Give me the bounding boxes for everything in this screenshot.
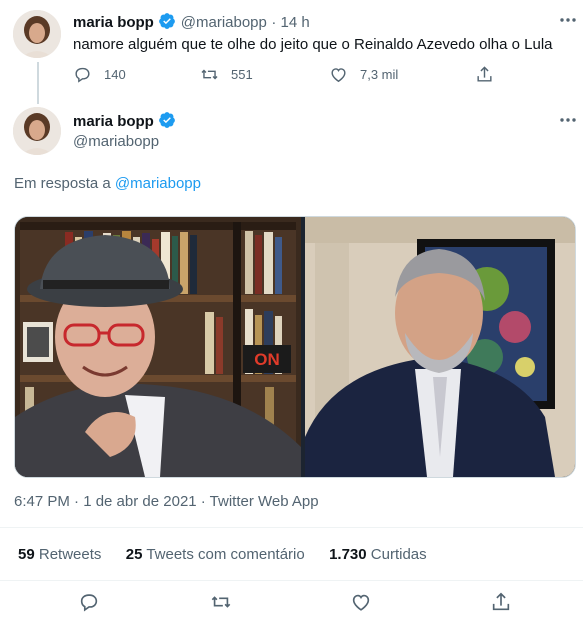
reply-context: Em resposta a @mariabopp — [14, 175, 201, 192]
quote-tweets-label: Tweets com comentário — [146, 546, 305, 563]
more-icon[interactable] — [558, 10, 578, 30]
handle[interactable]: @mariabopp — [181, 14, 267, 31]
retweet-button[interactable]: 551 — [200, 65, 253, 84]
on-air-sign: ON — [254, 350, 280, 369]
relative-time[interactable]: · 14 h — [271, 14, 309, 31]
retweet-button[interactable] — [210, 591, 232, 618]
share-icon — [492, 592, 510, 611]
quote-tweets-stat[interactable]: 25 Tweets com comentário — [126, 546, 309, 563]
share-icon — [477, 66, 492, 82]
tweet-media[interactable]: ON — [14, 216, 576, 478]
parent-tweet-text: namore alguém que te olhe do jeito que o… — [73, 36, 553, 53]
like-button[interactable] — [350, 591, 372, 618]
thread-line — [37, 62, 39, 104]
quote-tweets-count: 25 — [125, 546, 143, 563]
share-button[interactable] — [475, 65, 506, 84]
reply-button[interactable] — [78, 591, 100, 618]
reply-button[interactable]: 140 — [73, 65, 126, 84]
divider — [0, 527, 583, 528]
reply-prefix: Em resposta a — [14, 175, 111, 192]
likes-label: Curtidas — [370, 546, 427, 563]
like-count: 7,3 mil — [360, 67, 399, 82]
retweet-icon — [201, 69, 218, 80]
handle[interactable]: @mariabopp — [73, 133, 159, 150]
reply-icon — [75, 67, 90, 83]
retweets-label: Retweets — [38, 546, 102, 563]
like-icon — [331, 68, 346, 83]
display-name[interactable]: maria bopp — [73, 14, 154, 31]
retweet-icon — [211, 596, 231, 608]
reply-icon — [80, 594, 98, 612]
video-call-image: ON — [15, 217, 575, 477]
retweet-count: 551 — [231, 67, 253, 82]
display-name[interactable]: maria bopp — [73, 113, 154, 130]
like-icon — [352, 594, 370, 611]
verified-badge-icon — [159, 112, 176, 128]
retweets-stat[interactable]: 59 Retweets — [18, 546, 106, 563]
more-icon[interactable] — [558, 110, 578, 130]
parent-tweet-header: maria bopp @mariabopp · 14 h — [73, 12, 310, 32]
avatar[interactable] — [13, 10, 61, 58]
verified-badge-icon — [159, 13, 176, 29]
divider — [0, 580, 583, 581]
like-button[interactable]: 7,3 mil — [329, 65, 398, 84]
share-button[interactable] — [490, 591, 512, 618]
retweets-count: 59 — [18, 546, 35, 563]
reply-count: 140 — [104, 67, 126, 82]
tweet-timestamp[interactable]: 6:47 PM · 1 de abr de 2021 · Twitter Web… — [14, 493, 319, 510]
main-tweet-name-row: maria bopp — [73, 111, 176, 131]
tweet-stats: 59 Retweets 25 Tweets com comentário 1.7… — [18, 546, 427, 563]
likes-count: 1.730 — [329, 546, 367, 563]
reply-to-link[interactable]: @mariabopp — [115, 175, 201, 192]
avatar[interactable] — [13, 107, 61, 155]
likes-stat[interactable]: 1.730 Curtidas — [329, 546, 427, 563]
